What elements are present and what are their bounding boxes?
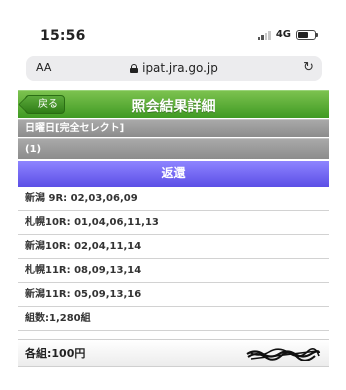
redaction-scribble [246, 348, 321, 361]
signal-icon [257, 30, 271, 40]
status-indicators: 4G [257, 29, 318, 40]
address-bar[interactable]: AA ipat.jra.go.jp ↻ [26, 56, 322, 81]
page-title: 照会結果詳細 [131, 99, 216, 115]
url-text: ipat.jra.go.jp [142, 61, 218, 75]
list-item: 新潟11R: 05,09,13,16 [18, 283, 329, 307]
url-display[interactable]: ipat.jra.go.jp [26, 61, 322, 75]
page-header: 戻る 照会結果詳細 [18, 90, 329, 118]
list-item: 札幌11R: 08,09,13,14 [18, 259, 329, 283]
battery-icon [296, 29, 318, 40]
refund-status-bar: 返還 [18, 161, 329, 187]
per-combination-label: 各組:100円 [25, 347, 86, 360]
per-combination-row: 各組:100円 [18, 339, 329, 367]
status-time: 15:56 [40, 28, 86, 44]
reload-icon[interactable]: ↻ [303, 60, 314, 75]
network-label: 4G [275, 29, 291, 40]
list-item: 新潟 9R: 02,03,06,09 [18, 187, 329, 211]
list-item: 新潟10R: 02,04,11,14 [18, 235, 329, 259]
lock-icon [130, 64, 139, 73]
status-bar: 15:56 4G [0, 0, 346, 50]
bet-number-row: (1) [18, 138, 329, 160]
combination-count: 組数:1,280組 [18, 307, 329, 331]
bet-type-row: 日曜日[完全セレクト] [18, 119, 329, 137]
list-item: 札幌10R: 01,04,06,11,13 [18, 211, 329, 235]
selection-list: 新潟 9R: 02,03,06,09 札幌10R: 01,04,06,11,13… [18, 187, 329, 331]
